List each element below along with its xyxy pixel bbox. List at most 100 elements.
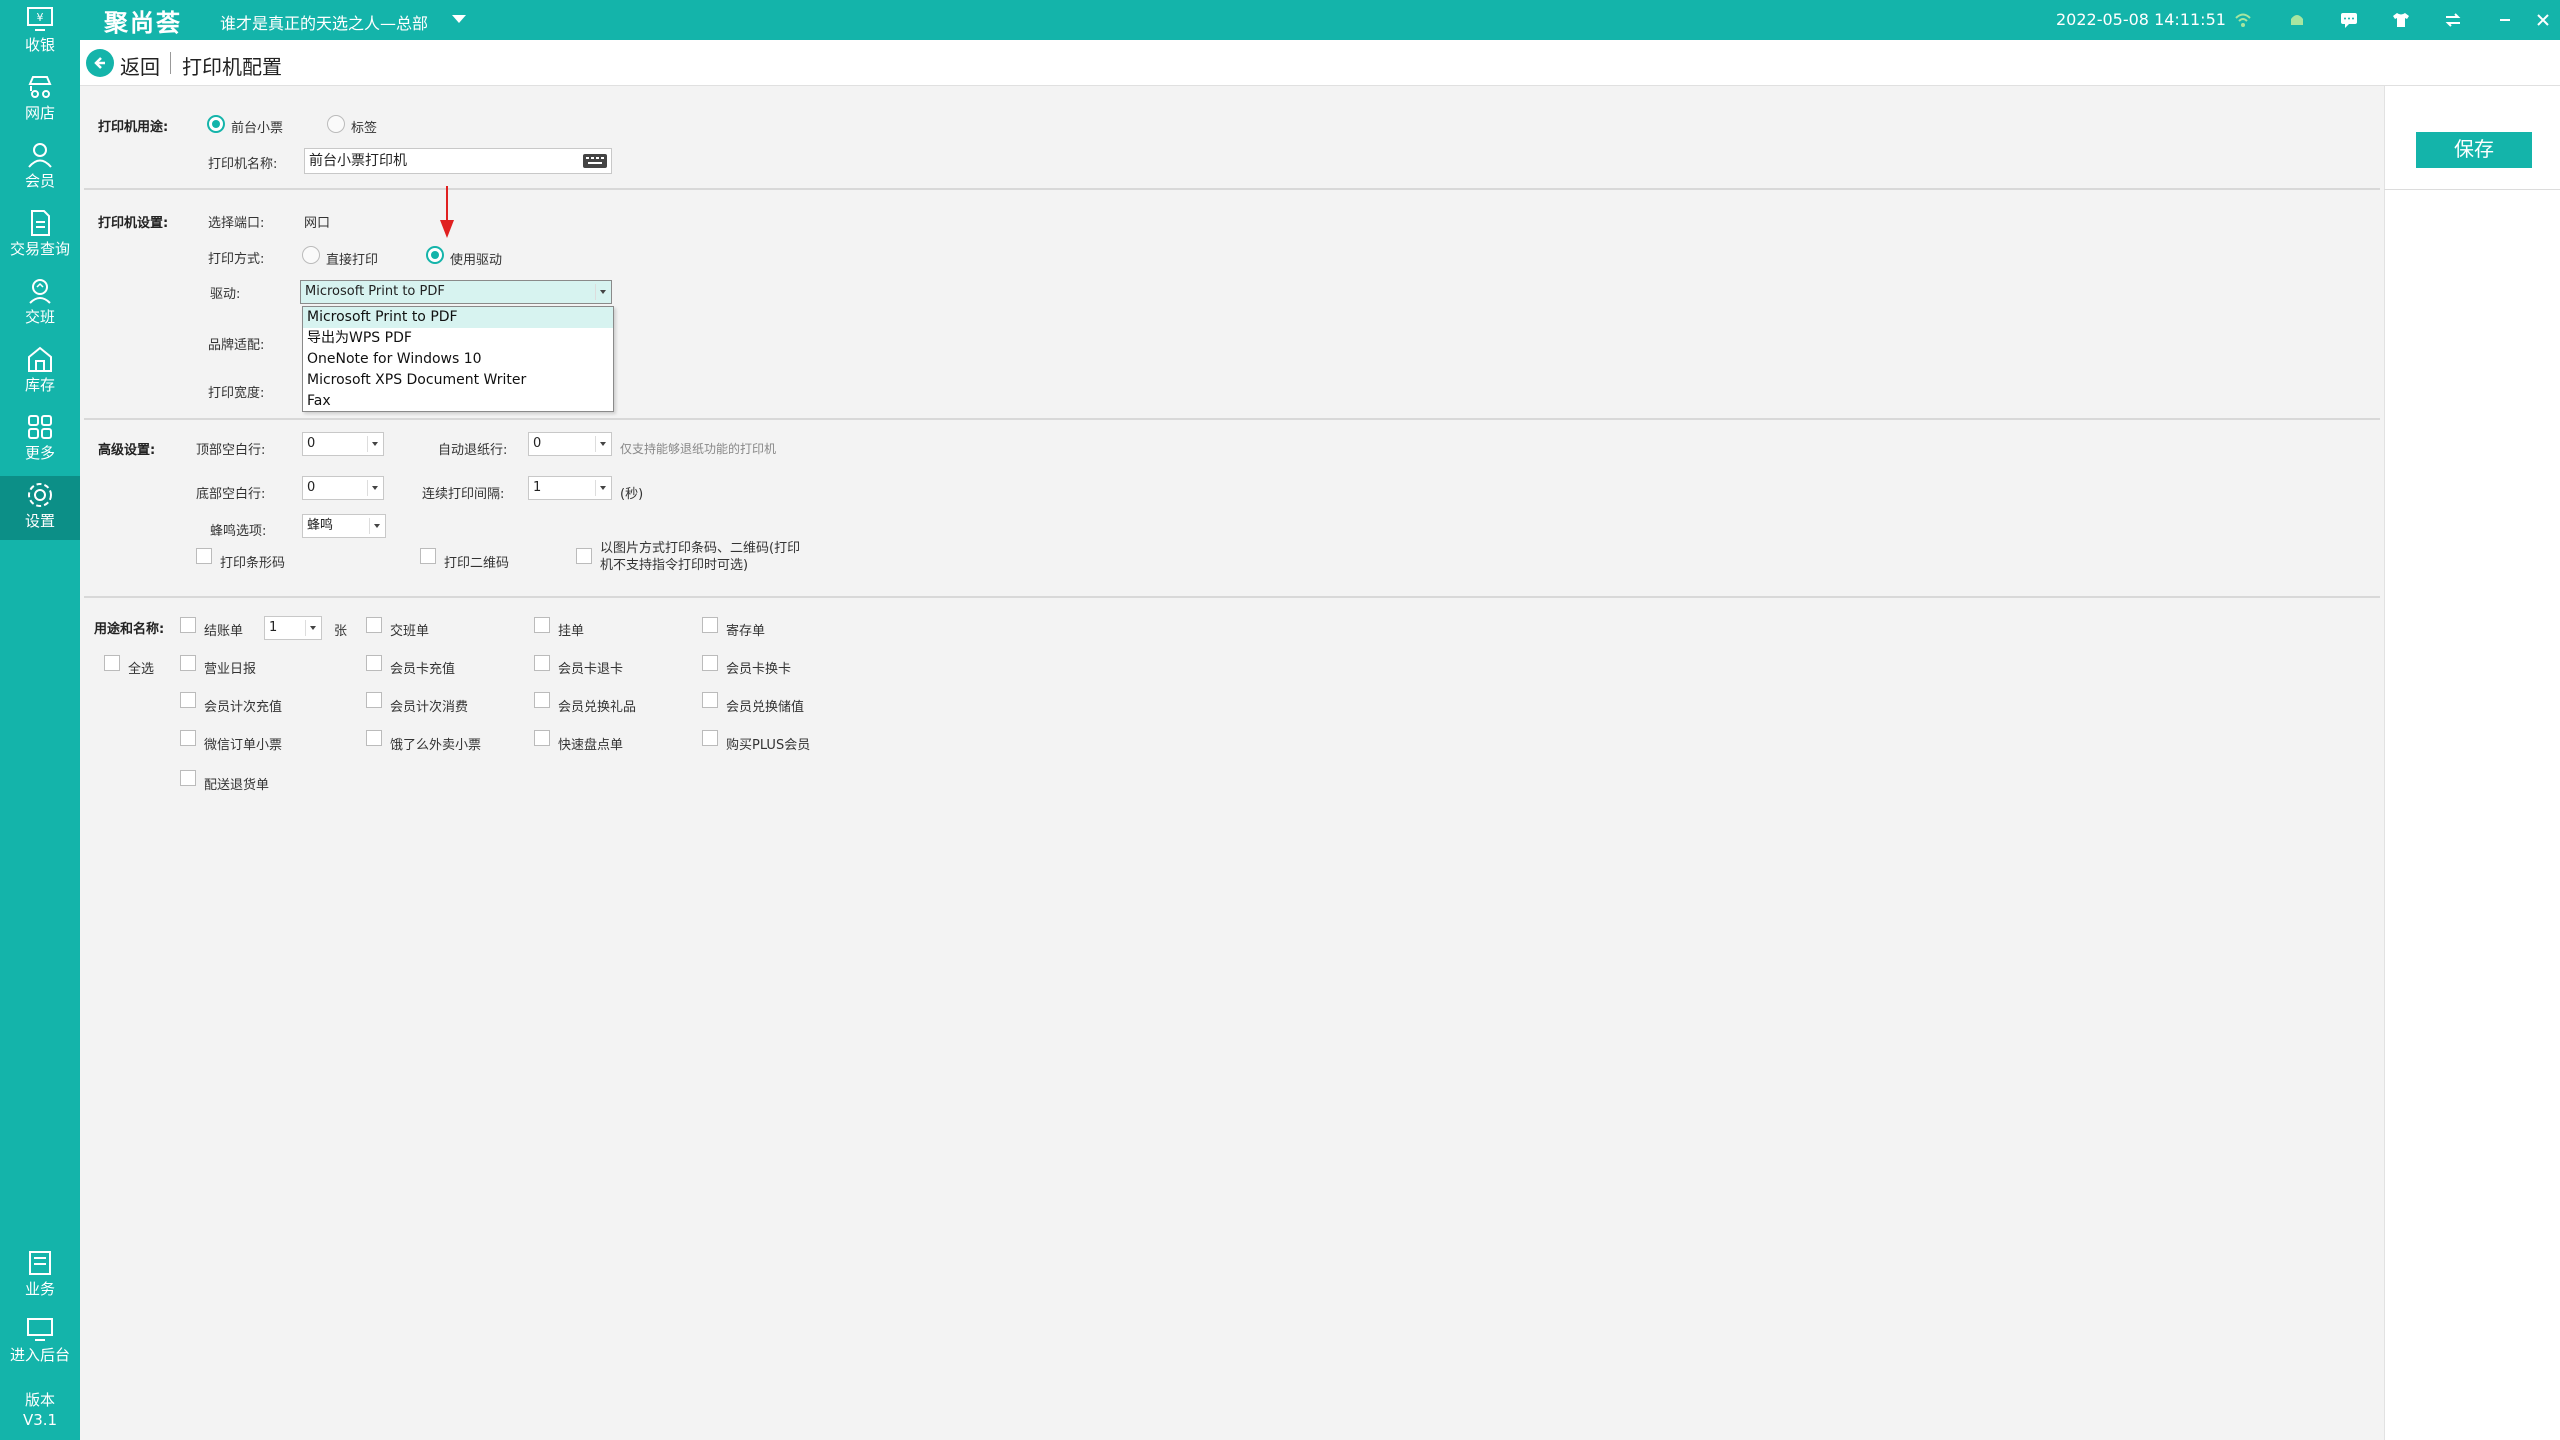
daily-report-checkbox[interactable] [180, 655, 196, 671]
hold-checkbox[interactable] [534, 617, 550, 633]
deposit-label[interactable]: 寄存单 [726, 620, 765, 639]
android-icon[interactable] [2284, 7, 2310, 33]
sidebar-item-label: 网店 [24, 104, 55, 122]
port-label: 选择端口: [208, 216, 265, 231]
driver-option[interactable]: OneNote for Windows 10 [303, 349, 613, 370]
chevron-down-icon[interactable] [595, 436, 609, 452]
plus-member-checkbox[interactable] [702, 730, 718, 746]
chevron-down-icon[interactable] [305, 620, 319, 636]
method-direct-label[interactable]: 直接打印 [326, 249, 378, 268]
top-blank-select[interactable]: 0 [302, 432, 384, 456]
chevron-down-icon[interactable] [367, 436, 381, 452]
wechat-order-label[interactable]: 微信订单小票 [204, 734, 282, 753]
driver-option[interactable]: Microsoft XPS Document Writer [303, 370, 613, 391]
back-button[interactable]: 返回 [120, 51, 160, 80]
printer-name-input[interactable]: 前台小票打印机 [304, 148, 612, 174]
store-name[interactable]: 谁才是真正的天选之人—总部 [220, 10, 428, 34]
driver-dropdown-list[interactable]: Microsoft Print to PDF 导出为WPS PDF OneNot… [302, 306, 614, 412]
checkout-checkbox[interactable] [180, 617, 196, 633]
chevron-down-icon[interactable] [367, 480, 381, 496]
sidebar-item-settings[interactable]: 设置 [0, 476, 80, 540]
copies-select[interactable]: 1 [264, 616, 322, 640]
sidebar: ¥ 收银 网店 会员 交易查询 交班 库存 更多 设置 业务 进入后台 版本 V… [0, 0, 80, 1440]
value-exchange-checkbox[interactable] [702, 692, 718, 708]
card-exchange-label[interactable]: 会员卡换卡 [726, 658, 791, 677]
version-number: V3.1 [22, 1411, 58, 1429]
sidebar-item-shift[interactable]: 交班 [0, 272, 80, 336]
interval-unit: (秒) [620, 487, 644, 502]
card-refund-checkbox[interactable] [534, 655, 550, 671]
chevron-down-icon[interactable] [595, 284, 609, 300]
card-exchange-checkbox[interactable] [702, 655, 718, 671]
sidebar-item-label: 库存 [24, 376, 55, 394]
switch-icon[interactable] [2440, 7, 2466, 33]
sidebar-item-transactions[interactable]: 交易查询 [0, 204, 80, 268]
select-all-label[interactable]: 全选 [128, 658, 154, 677]
method-driver-label[interactable]: 使用驱动 [450, 249, 502, 268]
purpose-label-label[interactable]: 标签 [351, 117, 377, 136]
card-refund-label[interactable]: 会员卡退卡 [558, 658, 623, 677]
image-mode-checkbox[interactable] [576, 548, 592, 564]
sidebar-item-backend[interactable]: 进入后台 [0, 1310, 80, 1374]
sidebar-item-business[interactable]: 业务 [0, 1244, 80, 1308]
delivery-return-checkbox[interactable] [180, 770, 196, 786]
minimize-icon[interactable] [2492, 7, 2518, 33]
save-button[interactable]: 保存 [2416, 132, 2532, 168]
purpose-receipt-label[interactable]: 前台小票 [231, 117, 283, 136]
driver-option[interactable]: 导出为WPS PDF [303, 328, 613, 349]
print-barcode-label[interactable]: 打印条形码 [220, 552, 285, 571]
times-consume-label[interactable]: 会员计次消费 [390, 696, 468, 715]
value-exchange-label[interactable]: 会员兑换储值 [726, 696, 804, 715]
driver-option[interactable]: Fax [303, 391, 613, 412]
method-direct-radio[interactable] [302, 246, 320, 264]
times-recharge-label[interactable]: 会员计次充值 [204, 696, 282, 715]
purpose-label-radio[interactable] [327, 115, 345, 133]
daily-report-label[interactable]: 营业日报 [204, 658, 256, 677]
sidebar-item-cashier[interactable]: ¥ 收银 [0, 0, 80, 64]
eleme-label[interactable]: 饿了么外卖小票 [390, 734, 481, 753]
checkout-label[interactable]: 结账单 [204, 620, 243, 639]
gift-exchange-checkbox[interactable] [534, 692, 550, 708]
sidebar-item-member[interactable]: 会员 [0, 136, 80, 200]
times-recharge-checkbox[interactable] [180, 692, 196, 708]
shift-receipt-label[interactable]: 交班单 [390, 620, 429, 639]
driver-option[interactable]: Microsoft Print to PDF [303, 307, 613, 328]
keyboard-icon[interactable] [580, 150, 610, 172]
print-interval-select[interactable]: 1 [528, 476, 612, 500]
sidebar-item-inventory[interactable]: 库存 [0, 340, 80, 404]
chevron-down-icon[interactable] [369, 518, 383, 534]
stocktake-checkbox[interactable] [534, 730, 550, 746]
auto-feed-select[interactable]: 0 [528, 432, 612, 456]
image-mode-label[interactable]: 以图片方式打印条码、二维码(打印 机不支持指令打印时可选) [600, 540, 800, 574]
deposit-checkbox[interactable] [702, 617, 718, 633]
card-recharge-label[interactable]: 会员卡充值 [390, 658, 455, 677]
buzzer-select[interactable]: 蜂鸣 [302, 514, 386, 538]
print-qrcode-checkbox[interactable] [420, 548, 436, 564]
purpose-receipt-radio[interactable] [207, 115, 225, 133]
driver-select[interactable]: Microsoft Print to PDF [300, 280, 612, 304]
close-icon[interactable] [2530, 7, 2556, 33]
sidebar-item-more[interactable]: 更多 [0, 408, 80, 472]
bottom-blank-select[interactable]: 0 [302, 476, 384, 500]
hold-label[interactable]: 挂单 [558, 620, 584, 639]
stocktake-label[interactable]: 快速盘点单 [558, 734, 623, 753]
gift-exchange-label[interactable]: 会员兑换礼品 [558, 696, 636, 715]
card-recharge-checkbox[interactable] [366, 655, 382, 671]
print-qrcode-label[interactable]: 打印二维码 [444, 552, 509, 571]
eleme-checkbox[interactable] [366, 730, 382, 746]
wechat-order-checkbox[interactable] [180, 730, 196, 746]
message-icon[interactable] [2336, 7, 2362, 33]
back-arrow-icon[interactable] [86, 49, 114, 77]
sidebar-item-online-store[interactable]: 网店 [0, 68, 80, 132]
chevron-down-icon[interactable] [452, 15, 466, 23]
shirt-icon[interactable] [2388, 7, 2414, 33]
plus-member-label[interactable]: 购买PLUS会员 [726, 734, 810, 753]
times-consume-checkbox[interactable] [366, 692, 382, 708]
chevron-down-icon[interactable] [595, 480, 609, 496]
select-all-checkbox[interactable] [104, 655, 120, 671]
method-driver-radio[interactable] [426, 246, 444, 264]
delivery-return-label[interactable]: 配送退货单 [204, 774, 269, 793]
settings-section-label: 打印机设置: [98, 216, 169, 231]
print-barcode-checkbox[interactable] [196, 548, 212, 564]
shift-receipt-checkbox[interactable] [366, 617, 382, 633]
